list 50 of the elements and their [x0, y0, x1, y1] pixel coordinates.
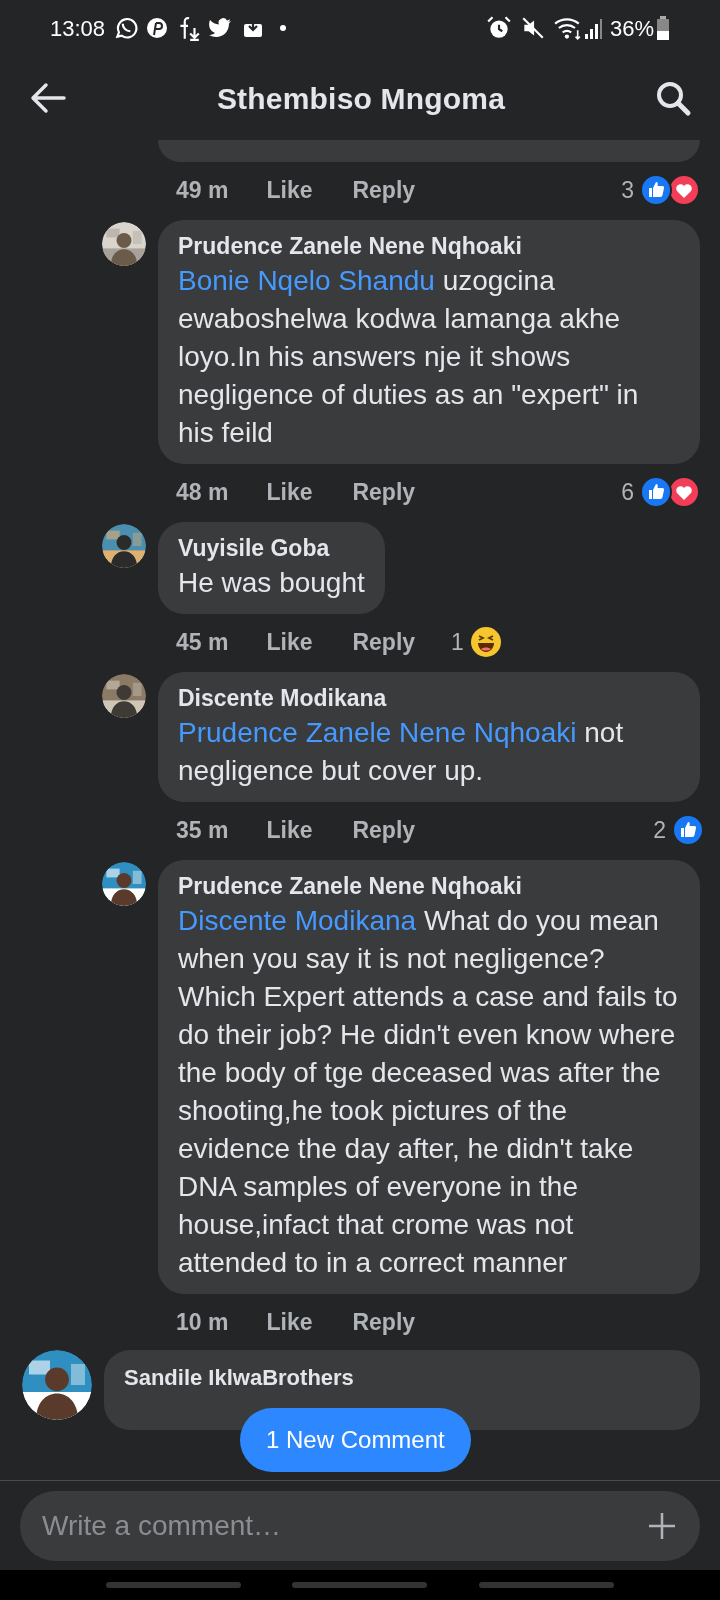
reaction-count: 2: [653, 815, 666, 845]
comment-text: Bonie Nqelo Shandu uzogcina ewaboshelwa kodwa lamanga akhe loyo.In his answers nje it shows negligence of duties as an "expert" in his feild: [178, 264, 640, 450]
thumbs-up-icon: [640, 174, 672, 206]
page-title: Sthembiso Mngoma: [216, 80, 506, 117]
like-link[interactable]: Like: [266, 474, 313, 510]
comment-time: 45 m: [176, 627, 229, 657]
search-icon[interactable]: [654, 79, 692, 117]
clock-time: 13:08: [50, 14, 106, 43]
dot-icon: [279, 24, 288, 32]
reply-link[interactable]: Reply: [352, 1304, 416, 1340]
commenter-name[interactable]: Prudence Zanele Nene Nqhoaki: [178, 870, 680, 902]
signal-bars-icon: [583, 16, 604, 40]
battery-icon: [656, 15, 670, 41]
nav-bar-handle[interactable]: [105, 1582, 241, 1588]
comment-time: 35 m: [176, 815, 229, 845]
like-link[interactable]: Like: [266, 812, 313, 848]
comment-text: Discente Modikana What do you mean when you say it is not negligence? Which Expert attends a case and fails to do their job? He didn't even know where the body of tge deceased was after the shooting,he took pictures of the evidence the day after, he didn't take DNA samples of everyone in the house,infact that crome was not attended to in a correct manner: [178, 904, 679, 1280]
laughing-face-icon: [469, 626, 502, 658]
thumbs-up-icon: [640, 476, 672, 508]
mention-link[interactable]: Prudence Zanele Nene Nqhoaki: [178, 717, 577, 748]
comment-input-field[interactable]: Write a comment…: [20, 1490, 700, 1561]
commenter-name[interactable]: Prudence Zanele Nene Nqhoaki: [178, 230, 680, 262]
reply-link[interactable]: Reply: [352, 474, 416, 510]
nav-bar-handle[interactable]: [292, 1582, 428, 1588]
comment-time: 48 m: [176, 477, 229, 507]
mention-link[interactable]: Bonie Nqelo Shandu: [178, 265, 435, 296]
reaction-count: 1: [451, 627, 464, 657]
mention-link[interactable]: Discente Modikana: [178, 905, 417, 936]
reaction-count: 3: [621, 175, 634, 205]
comment-text: Prudence Zanele Nene Nqhoaki not negligence but cover up.: [178, 716, 625, 788]
reply-link[interactable]: Reply: [352, 172, 416, 208]
bird-icon: [207, 16, 234, 40]
commenter-name[interactable]: Vuyisile Goba: [178, 532, 365, 564]
reply-link[interactable]: Reply: [352, 812, 416, 848]
comment-time: 10 m: [176, 1307, 229, 1337]
wifi-icon: [553, 15, 582, 41]
like-link[interactable]: Like: [266, 172, 313, 208]
comment-text: He was bought: [178, 566, 365, 600]
like-link[interactable]: Like: [266, 1304, 313, 1340]
thumbs-up-icon: [672, 814, 704, 846]
commenter-name[interactable]: Discente Modikana: [178, 682, 680, 714]
comment-time: 49 m: [176, 175, 229, 205]
nav-bar-handle[interactable]: [479, 1582, 615, 1588]
commenter-name[interactable]: Sandile IklwaBrothers: [124, 1362, 680, 1394]
like-link[interactable]: Like: [266, 624, 313, 660]
reply-link[interactable]: Reply: [352, 624, 416, 660]
battery-percentage: 36%: [609, 14, 654, 43]
alarm-clock-icon: [485, 15, 512, 41]
reaction-count: 6: [621, 477, 634, 507]
chat-bubble-icon: [113, 15, 140, 41]
